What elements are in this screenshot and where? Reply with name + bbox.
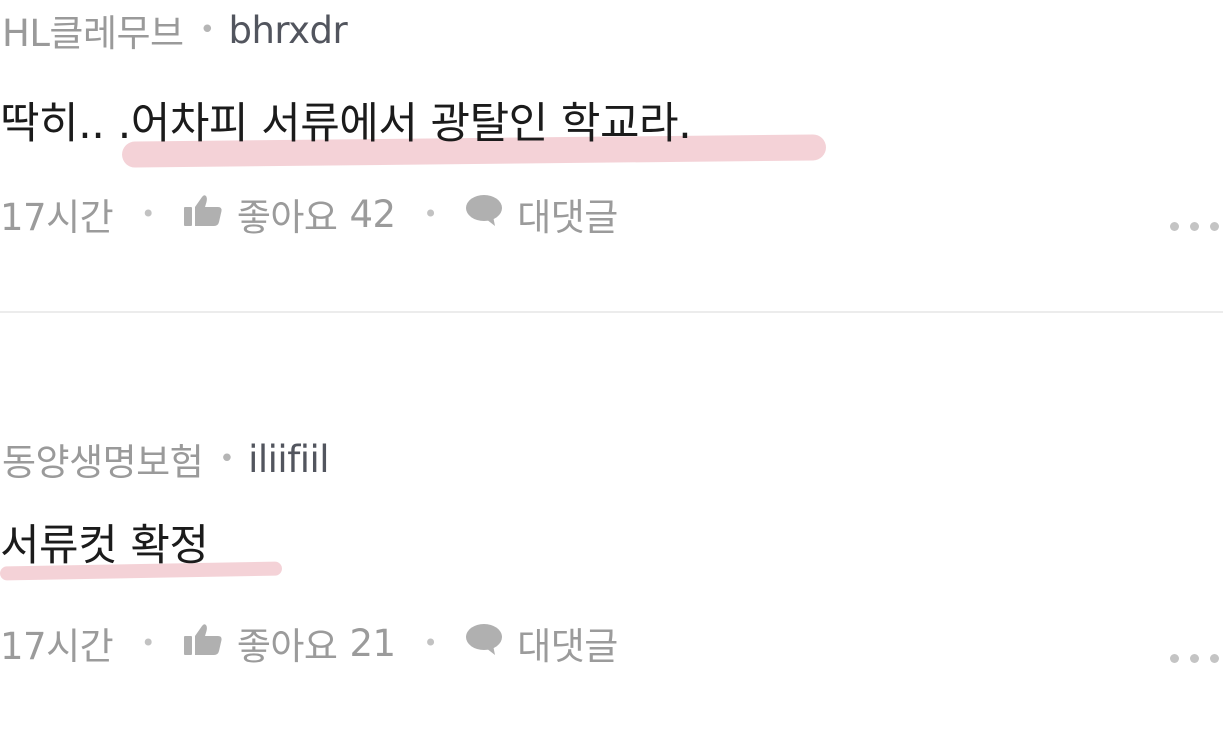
comment-actions: 17시간 • 좋아요 21 • 대댓글: [0, 613, 618, 673]
comment-meta: HL클레무브 • bhrxdr: [2, 0, 348, 60]
speech-bubble-icon: [465, 193, 503, 236]
reply-label: 대댓글: [517, 625, 618, 668]
like-count: 21: [349, 621, 396, 665]
comment-item: HL클레무브 • bhrxdr 딱히.. .어차피 서류에서 광탈인 학교라. …: [0, 0, 1223, 312]
thumbs-up-icon: [183, 193, 223, 236]
timestamp: 17시간: [0, 196, 114, 239]
like-label: 좋아요: [236, 625, 338, 668]
dot: [1210, 653, 1219, 663]
dot: [1190, 653, 1199, 663]
dot: [1170, 221, 1179, 231]
reply-button[interactable]: 대댓글: [465, 187, 618, 241]
action-separator: •: [141, 629, 155, 657]
comment-body: 딱히.. .어차피 서류에서 광탈인 학교라.: [0, 84, 827, 168]
reply-button[interactable]: 대댓글: [465, 616, 618, 670]
author-handle[interactable]: bhrxdr: [228, 9, 347, 52]
comment-meta: 동양생명보험 • iliifiil: [2, 429, 330, 489]
like-label: 좋아요: [236, 196, 338, 239]
action-separator: •: [141, 200, 155, 228]
comment-item: 동양생명보험 • iliifiil 서류컷 확정 17시간 • 좋아요 21 •: [0, 313, 1223, 745]
dot: [1190, 221, 1199, 231]
thumbs-up-icon: [183, 622, 223, 665]
more-options-icon[interactable]: [1170, 216, 1219, 236]
action-separator: •: [423, 200, 438, 228]
like-count: 42: [349, 192, 396, 236]
more-options-icon[interactable]: [1170, 648, 1219, 668]
timestamp: 17시간: [0, 625, 114, 668]
action-separator: •: [423, 629, 438, 657]
reply-label: 대댓글: [517, 196, 618, 239]
meta-separator: •: [219, 444, 235, 474]
meta-separator: •: [199, 15, 215, 45]
comment-actions: 17시간 • 좋아요 42 • 대댓글: [0, 184, 618, 244]
like-button[interactable]: 좋아요 21: [183, 616, 396, 670]
comment-text: 서류컷 확정: [0, 521, 209, 571]
like-button[interactable]: 좋아요 42: [183, 187, 396, 241]
comment-text: 딱히.. .어차피 서류에서 광탈인 학교라.: [0, 99, 692, 149]
dot: [1210, 221, 1219, 231]
speech-bubble-icon: [465, 622, 503, 665]
author-handle[interactable]: iliifiil: [248, 438, 329, 481]
author-name[interactable]: HL클레무브: [2, 3, 184, 57]
comment-body: 서류컷 확정: [0, 506, 283, 586]
dot: [1170, 653, 1179, 663]
author-name[interactable]: 동양생명보험: [2, 432, 204, 486]
